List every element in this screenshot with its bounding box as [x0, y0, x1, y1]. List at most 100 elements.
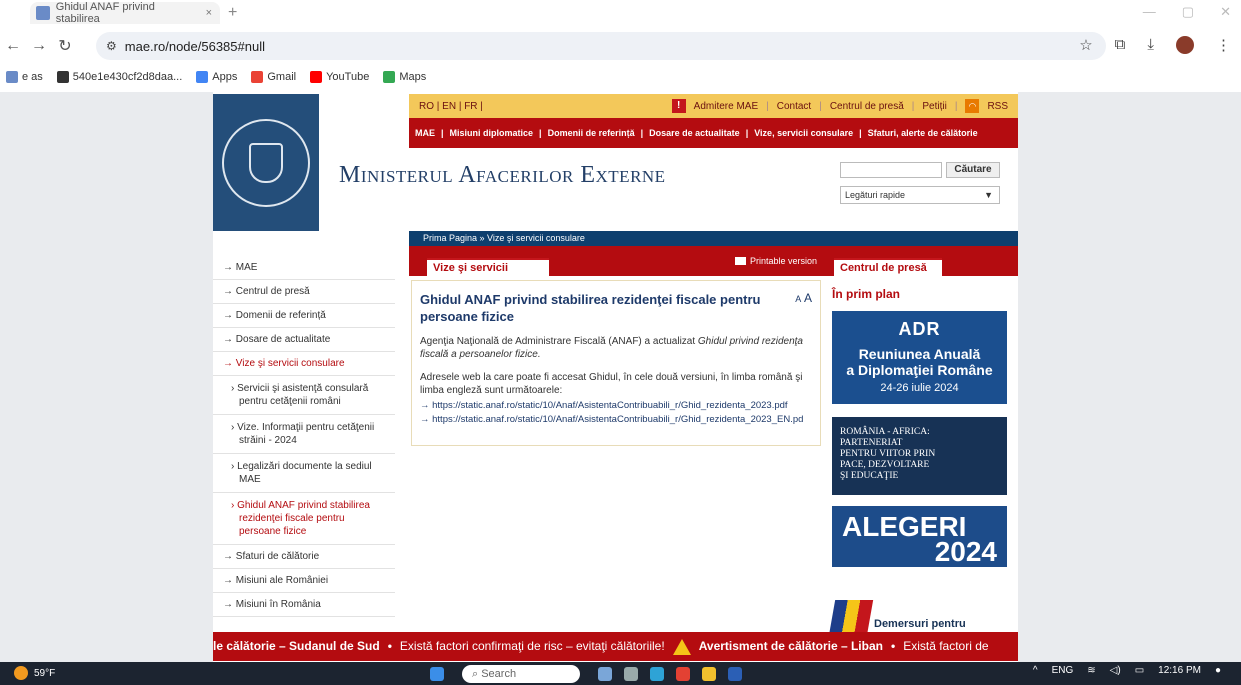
- nav-misiuni[interactable]: Misiuni diplomatice: [450, 128, 534, 138]
- address-bar[interactable]: ⚙ mae.ro/node/56385#null: [96, 32, 1106, 60]
- nav-vize[interactable]: Vize, servicii consulare: [754, 128, 853, 138]
- font-smaller-button[interactable]: A: [795, 294, 801, 304]
- sidebar-item-dosare[interactable]: → Dosare de actualitate: [213, 328, 395, 352]
- language-switcher[interactable]: RO | EN | FR |: [419, 101, 672, 112]
- link-contact[interactable]: Contact: [777, 101, 811, 112]
- youtube-icon: [310, 71, 323, 83]
- in-prim-plan-heading: În prim plan: [832, 287, 901, 301]
- bookmark-item[interactable]: Maps: [383, 71, 426, 83]
- quick-links-select[interactable]: Legături rapide ▼: [840, 186, 1000, 204]
- menu-icon[interactable]: ⋮: [1216, 36, 1231, 54]
- toolbar-icons: ☆ ⧉ ⤓ ⋮: [1079, 36, 1231, 54]
- bookmark-item[interactable]: YouTube: [310, 71, 369, 83]
- maximize-icon[interactable]: ▢: [1182, 4, 1194, 20]
- extensions-icon[interactable]: ⧉: [1115, 36, 1126, 54]
- article-link-ro[interactable]: → https://static.anaf.ro/static/10/Anaf/…: [420, 400, 812, 411]
- sidebar: → MAE → Centrul de presă → Domenii de re…: [213, 256, 395, 617]
- sidebar-item-sfaturi[interactable]: → Sfaturi de călătorie: [213, 545, 395, 569]
- url-text: mae.ro/node/56385#null: [124, 38, 265, 54]
- tab-close-icon[interactable]: ×: [206, 7, 212, 19]
- sidebar-item-vize[interactable]: → Vize şi servicii consulare: [213, 352, 395, 376]
- link-rss[interactable]: RSS: [987, 101, 1008, 112]
- clock[interactable]: 12:16 PM: [1158, 665, 1201, 676]
- task-view-icon[interactable]: [624, 667, 638, 681]
- system-tray: ^ ENG ≋ ◁) ▭ 12:16 PM ●: [1033, 665, 1221, 676]
- chevron-up-icon[interactable]: ^: [1033, 665, 1038, 676]
- sidebar-subitem-vize-informatii[interactable]: › Vize. Informaţii pentru cetăţenii stră…: [213, 415, 395, 454]
- taskbar-search[interactable]: ⌕ Search: [462, 665, 580, 683]
- download-icon[interactable]: ⤓: [1147, 36, 1154, 54]
- rss-icon[interactable]: ◠: [965, 99, 980, 113]
- forward-icon[interactable]: →: [26, 37, 52, 55]
- nav-domenii[interactable]: Domenii de referință: [548, 128, 635, 138]
- separator: |: [819, 100, 822, 112]
- bookmark-item[interactable]: Gmail: [251, 71, 296, 83]
- weather-widget[interactable]: 59°F: [14, 666, 55, 680]
- bookmark-item[interactable]: 540e1e430cf2d8daa...: [56, 71, 182, 83]
- chrome-icon[interactable]: [676, 667, 690, 681]
- word-icon[interactable]: [728, 667, 742, 681]
- wifi-icon[interactable]: ≋: [1087, 665, 1095, 676]
- font-larger-button[interactable]: A: [804, 291, 812, 305]
- apps-grid-icon: [196, 71, 209, 83]
- edge-icon[interactable]: [650, 667, 664, 681]
- battery-icon[interactable]: ▭: [1135, 665, 1144, 676]
- profile-avatar[interactable]: [1176, 36, 1194, 54]
- sidebar-item-misiuni-romaniei[interactable]: → Misiuni ale României: [213, 569, 395, 593]
- article-title: Ghidul ANAF privind stabilirea rezidenţe…: [420, 292, 761, 324]
- breadcrumb[interactable]: Prima Pagina » Vize şi servicii consular…: [409, 231, 1018, 246]
- new-tab-icon[interactable]: +: [228, 4, 237, 22]
- site-info-icon[interactable]: ⚙: [106, 39, 117, 53]
- separator: |: [954, 100, 958, 112]
- sidebar-item-domenii[interactable]: → Domenii de referință: [213, 304, 395, 328]
- tab-centrul-presa[interactable]: Centrul de presă: [834, 258, 942, 278]
- banner-reuniunea[interactable]: ADR Reuniunea Anuală a Diplomaţiei Român…: [832, 311, 1007, 404]
- bookmark-item[interactable]: e as: [6, 71, 43, 83]
- tab-vize[interactable]: Vize şi servicii consulare: [427, 258, 549, 291]
- banner-alegeri[interactable]: ALEGERI 2024: [832, 506, 1007, 567]
- sidebar-subitem-servicii[interactable]: › Servicii şi asistenţă consulară pentru…: [213, 376, 395, 415]
- sidebar-item-misiuni-romania[interactable]: → Misiuni în România: [213, 593, 395, 617]
- back-icon[interactable]: ←: [0, 37, 26, 55]
- sidebar-subitem-ghidul-anaf[interactable]: › Ghidul ANAF privind stabilirea reziden…: [213, 493, 395, 545]
- article-paragraph: Adresele web la care poate fi accesat Gh…: [420, 372, 803, 396]
- adr-logo: ADR: [898, 319, 941, 339]
- close-window-icon[interactable]: ✕: [1220, 4, 1231, 20]
- sidebar-subitem-legalizari[interactable]: › Legalizări documente la sediul MAE: [213, 454, 395, 493]
- volume-icon[interactable]: ◁): [1110, 665, 1121, 676]
- nav-dosare[interactable]: Dosare de actualitate: [649, 128, 740, 138]
- weather-icon: [14, 666, 28, 680]
- top-utility-bar: RO | EN | FR | ! Admitere MAE | Contact …: [409, 94, 1018, 118]
- travel-alert-ticker[interactable]: le călătorie – Sudanul de Sud • Există f…: [213, 632, 1018, 661]
- search-button[interactable]: Căutare: [946, 162, 1000, 178]
- main-navigation: MAE | Misiuni diplomatice | Domenii de ref…: [409, 118, 1018, 148]
- bookmark-item[interactable]: Apps: [196, 71, 237, 83]
- nav-mae[interactable]: MAE: [415, 128, 435, 138]
- bookmark-icon: [56, 71, 69, 83]
- alert-icon: !: [671, 99, 686, 113]
- nav-sfaturi[interactable]: Sfaturi, alerte de călătorie: [868, 128, 978, 138]
- sidebar-item-centrul[interactable]: → Centrul de presă: [213, 280, 395, 304]
- banner-romania-africa[interactable]: ROMÂNIA - AFRICA: PARTENERIAT PENTRU VII…: [832, 417, 1007, 495]
- windows-start-icon[interactable]: [430, 667, 444, 681]
- bookmark-star-icon[interactable]: ☆: [1079, 36, 1092, 54]
- link-admitere[interactable]: Admitere MAE: [694, 101, 758, 112]
- notifications-icon[interactable]: ●: [1215, 665, 1221, 676]
- language-indicator[interactable]: ENG: [1052, 665, 1074, 676]
- sidebar-item-mae[interactable]: → MAE: [213, 256, 395, 280]
- font-size-controls[interactable]: A A: [795, 291, 812, 305]
- maps-icon: [383, 71, 396, 83]
- romania-flag-icon: [828, 600, 874, 636]
- explorer-icon[interactable]: [702, 667, 716, 681]
- article-link-en[interactable]: → https://static.anaf.ro/static/10/Anaf/…: [420, 414, 812, 425]
- site-title[interactable]: Ministerul Afacerilor Externe: [339, 162, 666, 189]
- browser-tab[interactable]: Ghidul ANAF privind stabilirea ×: [30, 1, 220, 25]
- search-input[interactable]: [840, 162, 942, 178]
- government-seal[interactable]: [213, 94, 319, 231]
- widgets-icon[interactable]: [598, 667, 612, 681]
- reload-icon[interactable]: ↻: [52, 36, 78, 56]
- minimize-icon[interactable]: —: [1143, 4, 1156, 20]
- link-petitii[interactable]: Petiții: [922, 101, 946, 112]
- printable-link[interactable]: Printable version: [735, 256, 817, 266]
- link-centrul-presa[interactable]: Centrul de presă: [830, 101, 904, 112]
